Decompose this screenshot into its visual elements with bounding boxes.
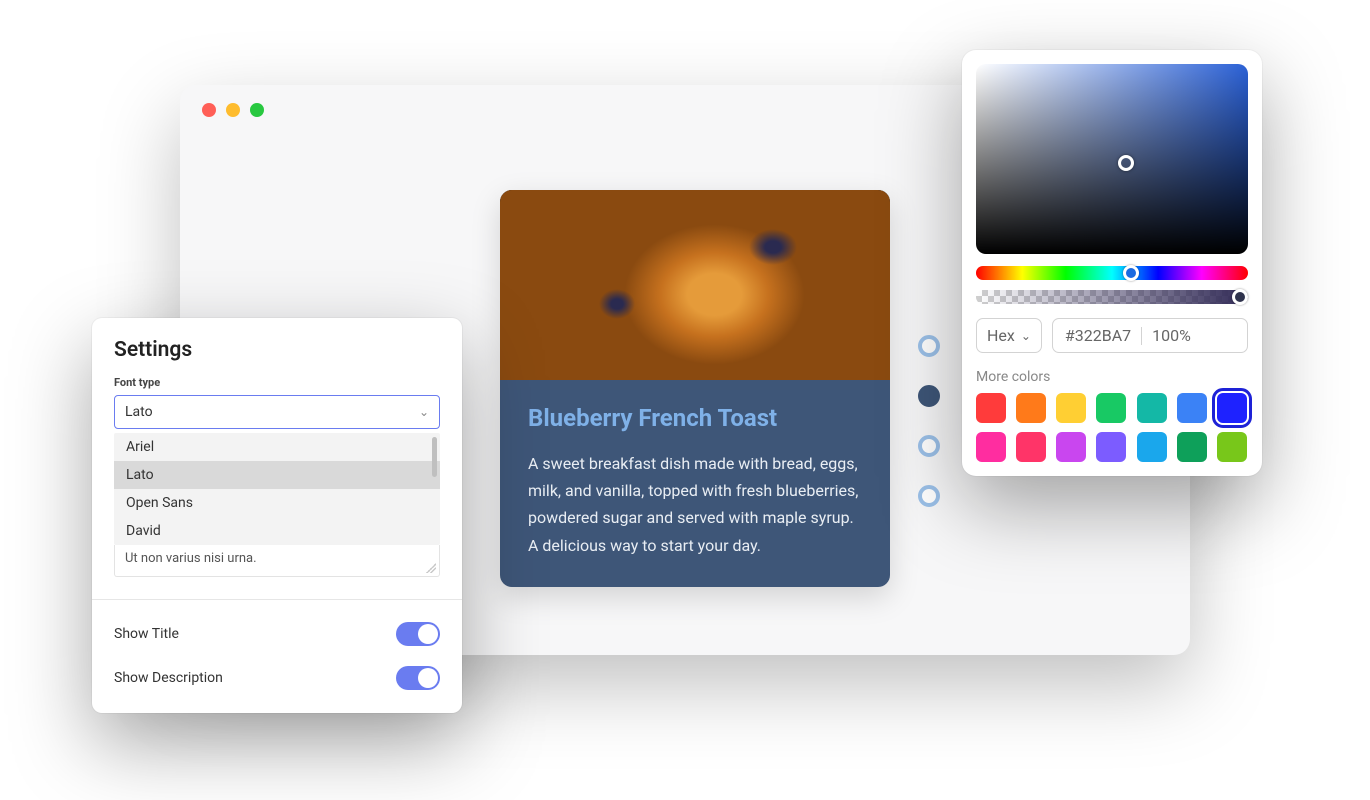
recipe-body: Blueberry French Toast A sweet breakfast…: [500, 380, 890, 587]
color-format-select[interactable]: Hex ⌄: [976, 318, 1042, 353]
alpha-thumb[interactable]: [1232, 289, 1248, 305]
swatch-10[interactable]: [1096, 432, 1126, 462]
carousel-dot-1[interactable]: [918, 335, 940, 357]
swatch-3[interactable]: [1096, 393, 1126, 423]
chevron-down-icon: ⌄: [1021, 329, 1031, 343]
show-description-row: Show Description: [114, 656, 440, 700]
color-value-box: #322BA7 100%: [1052, 318, 1248, 353]
font-dropdown: Ariel Lato Open Sans David: [114, 433, 440, 545]
carousel-dots: [918, 335, 940, 507]
carousel-dot-2[interactable]: [918, 385, 940, 407]
color-inputs-row: Hex ⌄ #322BA7 100%: [976, 318, 1248, 353]
alpha-value-input[interactable]: 100%: [1152, 326, 1191, 345]
swatch-4[interactable]: [1137, 393, 1167, 423]
more-colors-label: More colors: [976, 369, 1248, 385]
font-option-ariel[interactable]: Ariel: [114, 433, 440, 461]
value-separator: [1141, 327, 1142, 345]
resize-handle-icon[interactable]: [426, 563, 436, 573]
swatch-12[interactable]: [1177, 432, 1207, 462]
show-title-label: Show Title: [114, 626, 179, 642]
show-title-toggle[interactable]: [396, 622, 440, 646]
swatch-6[interactable]: [1217, 393, 1247, 423]
swatch-0[interactable]: [976, 393, 1006, 423]
alpha-slider[interactable]: [976, 290, 1248, 304]
settings-divider: [92, 599, 462, 600]
hue-slider[interactable]: [976, 266, 1248, 280]
hue-thumb[interactable]: [1123, 265, 1139, 281]
carousel-dot-3[interactable]: [918, 435, 940, 457]
sv-thumb[interactable]: [1118, 155, 1134, 171]
show-description-label: Show Description: [114, 670, 223, 686]
swatch-8[interactable]: [1016, 432, 1046, 462]
font-type-label: Font type: [114, 376, 440, 389]
font-option-david[interactable]: David: [114, 517, 440, 545]
swatch-5[interactable]: [1177, 393, 1207, 423]
color-format-value: Hex: [987, 326, 1015, 345]
dropdown-scrollbar[interactable]: [432, 437, 437, 477]
recipe-image: [500, 190, 890, 380]
saturation-value-area[interactable]: [976, 64, 1248, 254]
show-title-row: Show Title: [114, 612, 440, 656]
settings-panel: Settings Font type Lato ⌄ Ariel Lato Ope…: [92, 318, 462, 713]
swatch-11[interactable]: [1137, 432, 1167, 462]
recipe-title: Blueberry French Toast: [528, 404, 862, 432]
hex-value-input[interactable]: #322BA7: [1065, 326, 1131, 345]
swatches-grid: [976, 393, 1248, 462]
font-option-open-sans[interactable]: Open Sans: [114, 489, 440, 517]
swatch-13[interactable]: [1217, 432, 1247, 462]
window-close-dot[interactable]: [202, 103, 216, 117]
carousel-dot-4[interactable]: [918, 485, 940, 507]
swatch-9[interactable]: [1056, 432, 1086, 462]
font-option-lato[interactable]: Lato: [114, 461, 440, 489]
window-zoom-dot[interactable]: [250, 103, 264, 117]
font-select-value: Lato: [125, 404, 153, 420]
show-description-toggle[interactable]: [396, 666, 440, 690]
recipe-description: A sweet breakfast dish made with bread, …: [528, 450, 862, 559]
font-select[interactable]: Lato ⌄: [114, 395, 440, 429]
swatch-7[interactable]: [976, 432, 1006, 462]
settings-title: Settings: [114, 338, 440, 362]
swatch-2[interactable]: [1056, 393, 1086, 423]
recipe-card: Blueberry French Toast A sweet breakfast…: [500, 190, 890, 587]
font-sample-text[interactable]: Ut non varius nisi urna.: [114, 545, 440, 577]
chevron-down-icon: ⌄: [419, 405, 429, 419]
color-picker-panel: Hex ⌄ #322BA7 100% More colors: [962, 50, 1262, 476]
swatch-1[interactable]: [1016, 393, 1046, 423]
window-minimize-dot[interactable]: [226, 103, 240, 117]
